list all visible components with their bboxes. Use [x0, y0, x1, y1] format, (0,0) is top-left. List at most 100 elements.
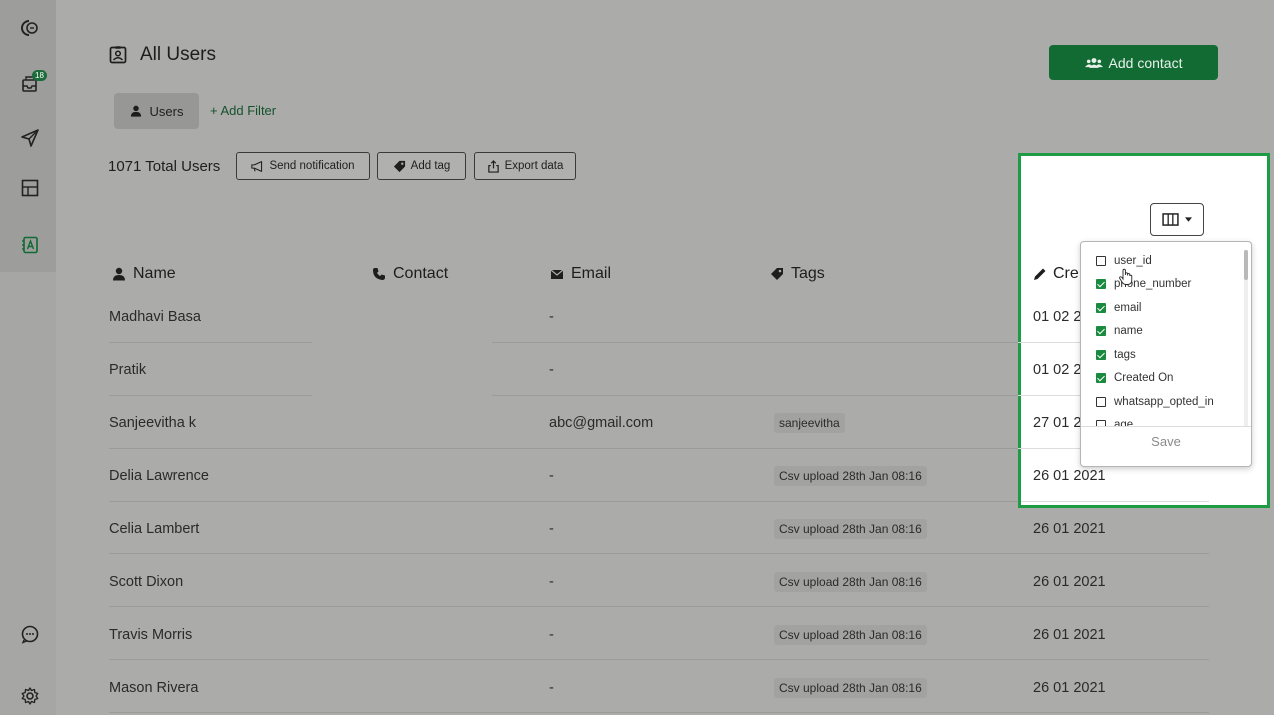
row-divider	[109, 659, 1209, 660]
chat-icon[interactable]	[16, 620, 44, 648]
row-divider	[109, 553, 1209, 554]
row-divider	[109, 448, 1018, 449]
tag-chip[interactable]: Csv upload 28th Jan 08:16	[774, 625, 927, 645]
contacts-icon[interactable]	[16, 231, 44, 259]
add-tag-button[interactable]: Add tag	[377, 152, 466, 180]
tag-chip[interactable]: Csv upload 28th Jan 08:16	[774, 572, 927, 592]
total-users-count: 1071 Total Users	[108, 158, 221, 175]
add-contact-label: Add contact	[1108, 54, 1183, 71]
export-data-label: Export data	[504, 160, 564, 172]
column-header-created[interactable]: Cre	[1033, 265, 1079, 283]
column-picker-list: user_id phone_number email name tags Cre…	[1081, 242, 1243, 426]
cell-created: 26 01 2021	[1033, 680, 1106, 696]
column-header-email-label: Email	[571, 265, 612, 282]
row-divider	[492, 342, 1018, 343]
export-data-button[interactable]: Export data	[474, 152, 576, 180]
tag-icon	[771, 268, 783, 280]
cell-name: Madhavi Basa	[109, 309, 201, 325]
sidebar: 18	[0, 0, 56, 715]
dropdown-divider	[1081, 426, 1251, 427]
column-picker-dropdown: user_id phone_number email name tags Cre…	[1080, 241, 1252, 467]
column-header-email[interactable]: Email	[550, 265, 611, 283]
row-divider	[1021, 501, 1209, 502]
user-badge-icon	[109, 46, 127, 64]
page-title-text: All Users	[140, 44, 217, 65]
column-option-label: user_id	[1114, 255, 1152, 267]
send-notification-button[interactable]: Send notification	[236, 152, 370, 180]
column-header-tags[interactable]: Tags	[770, 265, 825, 283]
column-option-created-on[interactable]: Created On	[1096, 372, 1173, 384]
row-divider	[109, 606, 1209, 607]
envelope-icon	[550, 269, 564, 279]
add-filter-link[interactable]: + Add Filter	[210, 103, 276, 118]
send-icon[interactable]	[16, 124, 44, 152]
send-notification-label: Send notification	[269, 160, 355, 172]
tag-chip[interactable]: Csv upload 28th Jan 08:16	[774, 678, 927, 698]
settings-icon[interactable]	[16, 682, 44, 710]
column-option-email[interactable]: email	[1096, 302, 1141, 314]
column-option-checkbox[interactable]	[1096, 279, 1106, 289]
cell-created: 01 02 2	[1033, 309, 1082, 325]
export-icon	[487, 159, 499, 173]
row-divider	[109, 712, 1209, 713]
save-button[interactable]: Save	[1081, 434, 1251, 449]
column-option-checkbox[interactable]	[1096, 397, 1106, 407]
column-header-contact[interactable]: Contact	[372, 265, 448, 283]
cell-created: 26 01 2021	[1033, 521, 1106, 537]
column-option-checkbox[interactable]	[1096, 326, 1106, 336]
cell-created: 26 01 2021	[1033, 627, 1106, 643]
tag-icon	[393, 160, 405, 172]
row-divider	[492, 395, 1018, 396]
column-header-tags-label: Tags	[791, 265, 825, 282]
column-toggle-button[interactable]	[1150, 203, 1204, 236]
column-option-checkbox[interactable]	[1096, 373, 1106, 383]
add-tag-label: Add tag	[410, 160, 451, 172]
logo-icon[interactable]	[16, 14, 44, 42]
cell-email: -	[549, 574, 554, 590]
cell-name: Celia Lambert	[109, 521, 200, 537]
users-group-icon	[1084, 57, 1103, 68]
column-header-created-label: Cre	[1053, 265, 1079, 282]
column-option-age[interactable]: age	[1096, 419, 1133, 426]
page-title: All Users	[108, 44, 216, 66]
row-divider	[109, 395, 312, 396]
caret-down-icon	[1185, 217, 1192, 222]
row-divider	[109, 342, 312, 343]
column-option-label: email	[1114, 302, 1142, 314]
cell-email: abc@gmail.com	[549, 415, 654, 431]
users-filter-label: Users	[149, 103, 184, 119]
add-contact-button[interactable]: Add contact	[1049, 45, 1218, 80]
cell-created: 27 01 2	[1033, 415, 1082, 431]
column-option-checkbox[interactable]	[1096, 256, 1106, 266]
column-header-name-label: Name	[133, 265, 176, 282]
phone-icon	[373, 268, 385, 280]
column-option-user-id[interactable]: user_id	[1096, 255, 1152, 267]
pencil-icon	[1034, 268, 1046, 280]
tag-chip[interactable]: Csv upload 28th Jan 08:16	[774, 466, 927, 486]
column-option-checkbox[interactable]	[1096, 303, 1106, 313]
cell-name: Sanjeevitha k	[109, 415, 197, 431]
cell-name: Scott Dixon	[109, 574, 184, 590]
megaphone-icon	[251, 160, 263, 172]
user-icon	[130, 105, 141, 117]
cell-email: -	[549, 468, 554, 484]
users-filter-chip[interactable]: Users	[114, 93, 199, 129]
column-header-name[interactable]: Name	[112, 265, 176, 283]
layout-icon[interactable]	[16, 174, 44, 202]
cell-email: -	[549, 627, 554, 643]
column-option-whatsapp-opted-in[interactable]: whatsapp_opted_in	[1096, 396, 1214, 408]
cell-email: -	[549, 309, 554, 325]
dropdown-scroll-thumb[interactable]	[1244, 250, 1248, 280]
tag-chip[interactable]: sanjeevitha	[774, 413, 845, 433]
column-option-label: name	[1114, 325, 1143, 337]
tag-chip[interactable]: Csv upload 28th Jan 08:16	[774, 519, 927, 539]
column-header-contact-label: Contact	[393, 265, 449, 282]
column-option-name[interactable]: name	[1096, 325, 1143, 337]
column-option-checkbox[interactable]	[1096, 350, 1106, 360]
column-option-phone-number[interactable]: phone_number	[1096, 278, 1191, 290]
inbox-badge: 18	[32, 70, 47, 81]
column-option-label: whatsapp_opted_in	[1114, 396, 1214, 408]
cell-email: -	[549, 680, 554, 696]
column-option-tags[interactable]: tags	[1096, 349, 1136, 361]
column-option-label: tags	[1114, 349, 1136, 361]
